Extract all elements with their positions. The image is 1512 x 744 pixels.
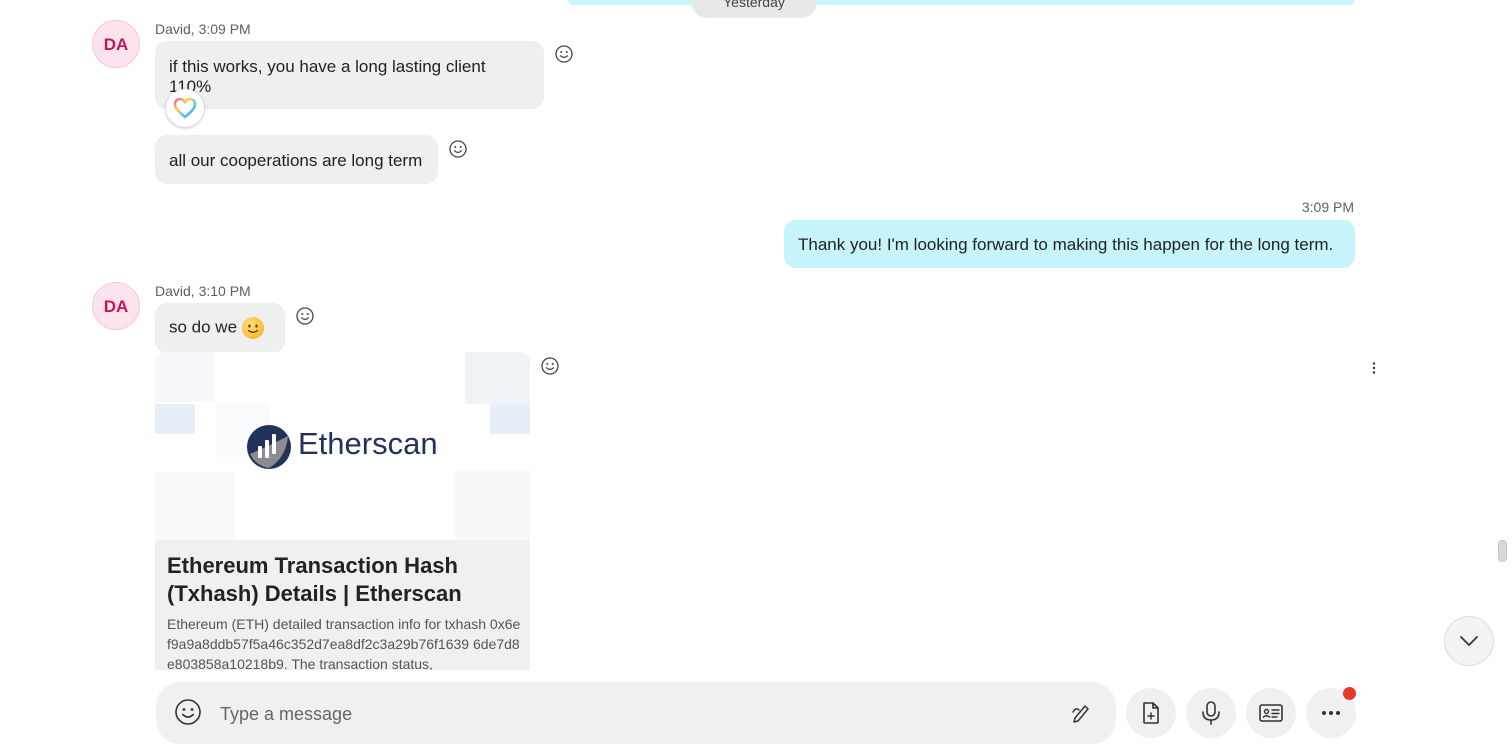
heart-reaction-icon[interactable]: [166, 89, 204, 127]
date-divider-label: Yesterday: [723, 0, 785, 10]
emoji-react-icon[interactable]: [448, 139, 468, 159]
send-contact-button[interactable]: [1246, 688, 1296, 738]
emoji-icon[interactable]: [174, 698, 202, 726]
more-vertical-icon[interactable]: [1368, 360, 1380, 376]
avatar[interactable]: DA: [92, 282, 140, 330]
record-audio-button[interactable]: [1186, 688, 1236, 738]
chevron-down-icon: [1460, 636, 1478, 646]
message-bubble-outgoing[interactable]: Thank you! I'm looking forward to making…: [784, 220, 1355, 268]
message-meta: 3:09 PM: [1301, 199, 1354, 215]
smiley-emoji-icon: [242, 317, 265, 339]
message-composer: [156, 682, 1116, 744]
notification-dot: [1343, 687, 1356, 700]
message-bubble[interactable]: all our cooperations are long term: [155, 135, 438, 184]
message-text: so do we: [169, 317, 238, 337]
message-input[interactable]: [218, 698, 1042, 730]
scrollbar-thumb[interactable]: [1498, 540, 1507, 562]
message-meta: David, 3:09 PM: [155, 21, 251, 37]
emoji-react-icon[interactable]: [540, 356, 560, 376]
scroll-to-bottom-button[interactable]: [1444, 616, 1494, 666]
emoji-react-icon[interactable]: [295, 306, 315, 326]
contact-card-icon: [1259, 704, 1283, 722]
message-text: Thank you! I'm looking forward to making…: [798, 235, 1334, 254]
emoji-react-icon[interactable]: [554, 44, 574, 64]
more-horizontal-icon: [1322, 711, 1340, 715]
message-text: if this works, you have a long lasting c…: [169, 57, 486, 96]
message-bubble[interactable]: so do we: [155, 303, 285, 353]
etherscan-logo-icon: [247, 425, 291, 469]
avatar-initials: DA: [103, 297, 129, 316]
microphone-icon: [1202, 701, 1220, 725]
file-icon: [1143, 702, 1159, 724]
avatar-initials: DA: [103, 35, 129, 54]
message-text: all our cooperations are long term: [169, 151, 423, 170]
message-bubble[interactable]: if this works, you have a long lasting c…: [155, 41, 544, 109]
link-preview-image: Etherscan: [155, 352, 530, 540]
etherscan-wordmark: Etherscan: [298, 426, 438, 461]
link-preview-title[interactable]: Ethereum Transaction Hash (Txhash) Detai…: [167, 552, 522, 608]
send-file-button[interactable]: [1126, 688, 1176, 738]
date-divider: Yesterday: [691, 0, 817, 18]
link-preview-description: Ethereum (ETH) detailed transaction info…: [167, 616, 521, 670]
message-meta: David, 3:10 PM: [155, 283, 251, 299]
avatar[interactable]: DA: [92, 20, 140, 68]
link-preview-card[interactable]: Etherscan Ethereum Transaction Hash (Txh…: [155, 352, 530, 670]
previous-message-bubble-edge: [568, 0, 1355, 5]
pen-icon[interactable]: [1070, 700, 1094, 724]
